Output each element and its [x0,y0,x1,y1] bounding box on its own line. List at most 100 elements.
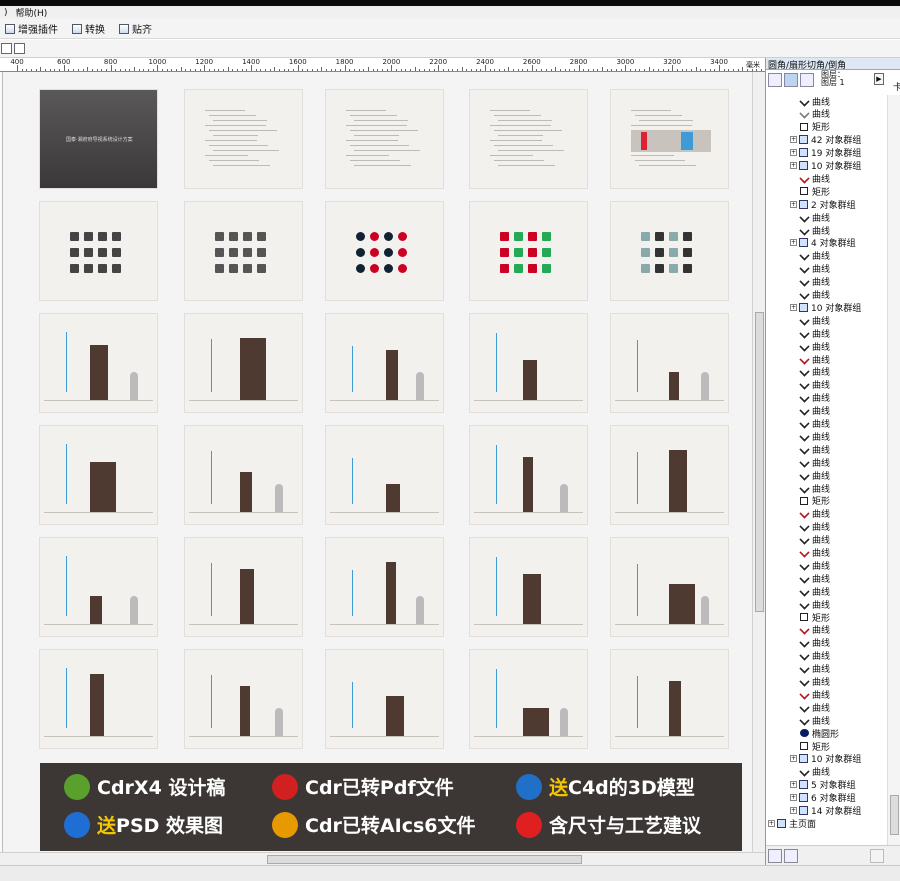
tree-item-curve[interactable]: 曲线 [799,430,830,443]
layer-manager-icon[interactable] [800,73,814,87]
new-layer-icon[interactable] [768,849,782,863]
tree-item-curve[interactable]: 曲线 [799,714,830,727]
tree-item-curve[interactable]: 曲线 [799,637,830,649]
tree-item-curve[interactable]: 曲线 [799,314,830,327]
tree-item-group[interactable]: +2 对象群组 [790,198,856,211]
tree-item-curve[interactable]: 曲线 [799,766,830,778]
tree-item-curve[interactable]: 曲线 [799,534,830,546]
design-page[interactable] [40,202,157,300]
tree-item-curve[interactable]: 曲线 [799,624,830,636]
design-page[interactable] [611,90,728,188]
design-page[interactable] [326,650,443,748]
tree-item-group[interactable]: +14 对象群组 [790,805,861,817]
edit-across-layers-icon[interactable] [784,73,798,87]
tree-item-curve[interactable]: 曲线 [799,263,830,275]
expand-icon[interactable]: + [790,200,797,208]
tree-item-group[interactable]: +10 对象群组 [790,753,861,765]
expand-icon[interactable]: + [790,303,797,311]
tree-item-page[interactable]: + 主页面 [768,817,816,830]
tree-item-group[interactable]: +42 对象群组 [790,134,861,146]
canvas-horizontal-scrollbar[interactable] [0,852,765,865]
design-page[interactable] [326,426,443,524]
delete-icon[interactable] [870,849,884,863]
tree-item-group[interactable]: +5 对象群组 [790,779,856,791]
tree-item-curve[interactable]: 曲线 [799,508,830,520]
design-page[interactable] [470,202,587,300]
tree-item-curve[interactable]: 曲线 [799,108,830,120]
horizontal-ruler[interactable]: 400 600 800 1000 1200 1400 1600 1800 2000 2200 240… [0,58,765,72]
design-page[interactable] [185,538,302,636]
select-tool-icon[interactable] [1,43,12,54]
tree-scrollbar[interactable] [887,95,900,865]
tree-item-group[interactable]: +4 对象群组 [790,237,856,249]
design-page[interactable] [470,650,587,748]
design-page[interactable] [40,650,157,748]
design-page[interactable] [185,426,302,524]
tree-item-ellipse[interactable]: 椭圆形 [800,727,839,740]
design-page[interactable] [326,202,443,300]
tree-item-curve[interactable]: 曲线 [799,443,830,456]
tree-item-curve[interactable]: 曲线 [799,598,830,611]
expand-icon[interactable]: + [768,819,775,827]
expand-icon[interactable]: + [790,781,797,789]
tree-item-curve[interactable]: 曲线 [799,340,830,353]
tree-item-curve[interactable]: 曲线 [799,418,830,430]
expand-icon[interactable]: + [790,136,797,144]
tree-item-curve[interactable]: 曲线 [799,701,830,714]
tree-item-curve[interactable]: 曲线 [799,688,830,701]
design-page[interactable] [326,538,443,636]
tree-item-curve[interactable]: 曲线 [799,392,830,404]
tree-item-curve[interactable]: 曲线 [799,663,830,675]
tree-item-curve[interactable]: 曲线 [799,172,830,185]
tree-item-curve[interactable]: 曲线 [799,676,830,688]
panel-title[interactable]: 圆角/扇形切角/倒角 [766,58,900,70]
tree-item-curve[interactable]: 曲线 [799,289,830,301]
design-page[interactable] [611,426,728,524]
tree-item-curve[interactable]: 曲线 [799,547,830,559]
tree-item-rect[interactable]: 矩形 [800,611,830,624]
tree-item-curve[interactable]: 曲线 [799,353,830,366]
tree-item-curve[interactable]: 曲线 [799,211,830,224]
menu-item-help[interactable]: 帮助(H) [12,6,52,19]
tree-item-curve[interactable]: 曲线 [799,276,830,288]
tree-item-rect[interactable]: 矩形 [800,121,830,133]
new-master-layer-icon[interactable] [784,849,798,863]
enhance-plugin-button[interactable]: 增强插件 [2,20,61,37]
expand-icon[interactable]: + [790,162,797,169]
design-page[interactable] [185,314,302,412]
design-page[interactable] [611,202,728,300]
drawing-canvas[interactable]: 国泰·湘府府导视系统设计方案 [3,72,752,852]
expand-icon[interactable]: + [790,794,797,802]
tree-item-curve[interactable]: 曲线 [799,224,830,237]
panel-menu-arrow-icon[interactable]: ▶ [874,73,884,85]
tree-item-curve[interactable]: 曲线 [799,250,830,262]
design-page[interactable] [470,538,587,636]
zoom-tool-icon[interactable] [14,43,25,54]
tree-item-rect[interactable]: 矩形 [800,740,830,753]
tree-item-rect[interactable]: 矩形 [800,495,830,507]
tree-item-group[interactable]: +6 对象群组 [790,792,856,804]
tree-item-group[interactable]: +19 对象群组 [790,147,861,159]
design-page[interactable] [611,314,728,412]
tree-item-curve[interactable]: 曲线 [799,482,830,495]
design-page[interactable] [611,650,728,748]
canvas-vertical-scrollbar[interactable] [752,72,765,852]
tree-item-curve[interactable]: 曲线 [799,366,830,378]
cover-page[interactable]: 国泰·湘府府导视系统设计方案 [40,90,157,188]
design-page[interactable] [326,314,443,412]
design-page[interactable] [470,90,587,188]
scroll-thumb[interactable] [267,855,582,864]
expand-icon[interactable]: + [790,239,797,247]
expand-icon[interactable]: + [790,755,797,763]
tree-item-group[interactable]: +10 对象群组 [790,160,861,172]
scroll-thumb[interactable] [755,312,764,612]
design-page[interactable] [470,314,587,412]
tree-item-curve[interactable]: 曲线 [799,559,830,572]
show-properties-icon[interactable] [768,73,782,87]
tree-item-curve[interactable]: 曲线 [799,95,830,108]
menu-item-partial[interactable]: ) [0,8,12,18]
snap-button[interactable]: 贴齐 [116,20,155,37]
design-page[interactable] [470,426,587,524]
tree-item-curve[interactable]: 曲线 [799,405,830,417]
tree-item-group[interactable]: +10 对象群组 [790,301,861,314]
